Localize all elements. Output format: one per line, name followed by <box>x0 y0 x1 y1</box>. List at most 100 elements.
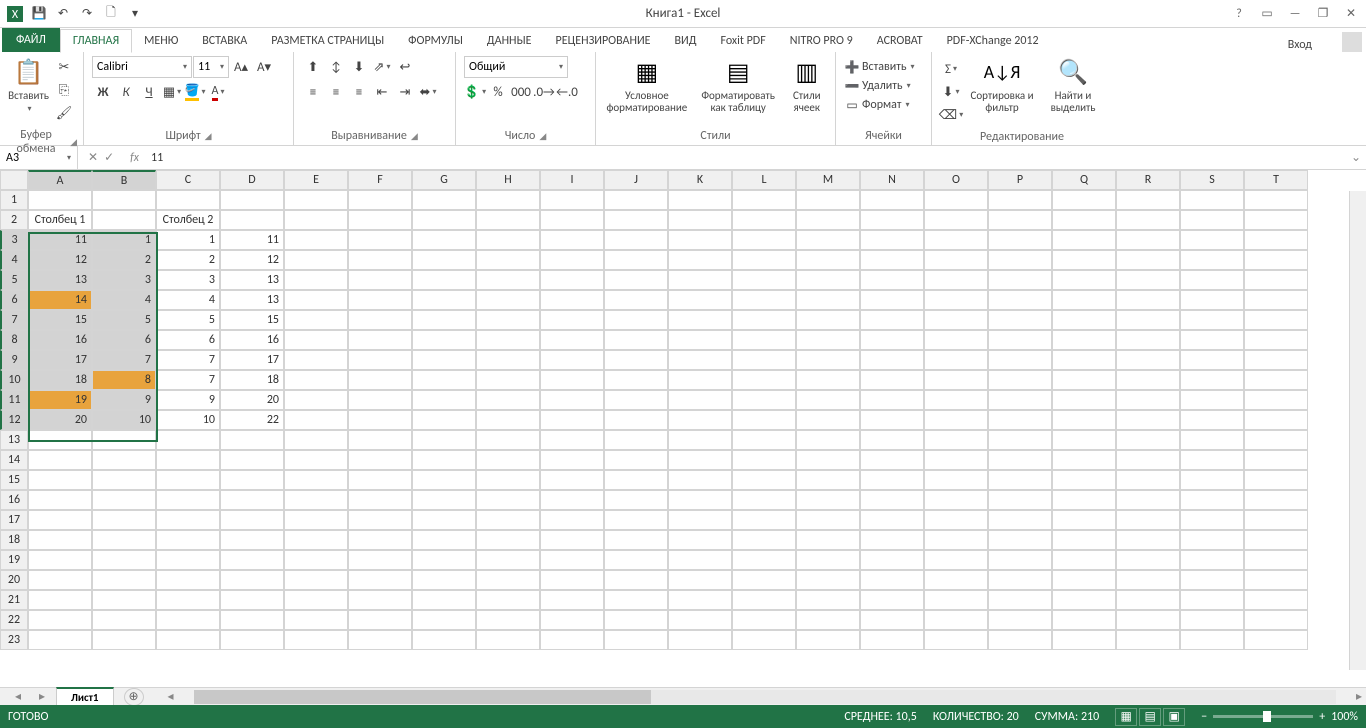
cell-S20[interactable] <box>1180 570 1244 590</box>
underline-button[interactable]: Ч <box>138 81 160 103</box>
increase-indent-button[interactable]: ⇥ <box>394 81 416 103</box>
col-header-P[interactable]: P <box>988 170 1052 190</box>
cell-I10[interactable] <box>540 370 604 390</box>
cell-N7[interactable] <box>860 310 924 330</box>
cell-L9[interactable] <box>732 350 796 370</box>
cell-O12[interactable] <box>924 410 988 430</box>
tab-home[interactable]: ГЛАВНАЯ <box>60 29 132 53</box>
cell-I9[interactable] <box>540 350 604 370</box>
cell-E18[interactable] <box>284 530 348 550</box>
cell-B21[interactable] <box>92 590 156 610</box>
zoom-level[interactable]: 100% <box>1331 710 1358 724</box>
cell-T16[interactable] <box>1244 490 1308 510</box>
cell-T19[interactable] <box>1244 550 1308 570</box>
cell-G20[interactable] <box>412 570 476 590</box>
cell-N15[interactable] <box>860 470 924 490</box>
cell-K22[interactable] <box>668 610 732 630</box>
cell-A16[interactable] <box>28 490 92 510</box>
fill-button[interactable]: ⬇▾ <box>940 81 962 103</box>
cell-J14[interactable] <box>604 450 668 470</box>
cell-L15[interactable] <box>732 470 796 490</box>
cell-P1[interactable] <box>988 190 1052 210</box>
cell-P11[interactable] <box>988 390 1052 410</box>
cell-K11[interactable] <box>668 390 732 410</box>
cell-O21[interactable] <box>924 590 988 610</box>
cell-H21[interactable] <box>476 590 540 610</box>
cell-A9[interactable]: 17 <box>28 350 92 370</box>
cell-H14[interactable] <box>476 450 540 470</box>
sheet-tab-1[interactable]: Лист1 <box>56 687 114 706</box>
tab-pdfx[interactable]: PDF-XChange 2012 <box>935 30 1051 52</box>
cell-K16[interactable] <box>668 490 732 510</box>
cell-D13[interactable] <box>220 430 284 450</box>
cell-H4[interactable] <box>476 250 540 270</box>
cell-F4[interactable] <box>348 250 412 270</box>
cell-T14[interactable] <box>1244 450 1308 470</box>
cell-O19[interactable] <box>924 550 988 570</box>
cell-L6[interactable] <box>732 290 796 310</box>
cell-O16[interactable] <box>924 490 988 510</box>
cell-I2[interactable] <box>540 210 604 230</box>
cell-B4[interactable]: 2 <box>92 250 156 270</box>
maximize-button[interactable]: ❐ <box>1312 4 1334 24</box>
align-right-button[interactable]: ≡ <box>348 81 370 103</box>
cell-R15[interactable] <box>1116 470 1180 490</box>
cell-L14[interactable] <box>732 450 796 470</box>
cell-M19[interactable] <box>796 550 860 570</box>
cell-B3[interactable]: 1 <box>92 230 156 250</box>
cell-N10[interactable] <box>860 370 924 390</box>
cell-L23[interactable] <box>732 630 796 650</box>
cell-C16[interactable] <box>156 490 220 510</box>
cell-L10[interactable] <box>732 370 796 390</box>
tab-data[interactable]: ДАННЫЕ <box>475 30 544 52</box>
cell-H9[interactable] <box>476 350 540 370</box>
cell-Q23[interactable] <box>1052 630 1116 650</box>
cell-S6[interactable] <box>1180 290 1244 310</box>
cell-O7[interactable] <box>924 310 988 330</box>
cell-L7[interactable] <box>732 310 796 330</box>
cell-I17[interactable] <box>540 510 604 530</box>
cell-Q6[interactable] <box>1052 290 1116 310</box>
cell-Q15[interactable] <box>1052 470 1116 490</box>
cell-M3[interactable] <box>796 230 860 250</box>
cell-N2[interactable] <box>860 210 924 230</box>
cell-L16[interactable] <box>732 490 796 510</box>
cell-D5[interactable]: 13 <box>220 270 284 290</box>
cell-H15[interactable] <box>476 470 540 490</box>
cell-I7[interactable] <box>540 310 604 330</box>
cell-E10[interactable] <box>284 370 348 390</box>
cell-S10[interactable] <box>1180 370 1244 390</box>
cell-S15[interactable] <box>1180 470 1244 490</box>
row-header-1[interactable]: 1 <box>0 190 28 210</box>
row-header-6[interactable]: 6 <box>0 290 28 310</box>
cut-button[interactable]: ✂ <box>53 56 75 78</box>
cell-I4[interactable] <box>540 250 604 270</box>
cell-Q4[interactable] <box>1052 250 1116 270</box>
cell-T12[interactable] <box>1244 410 1308 430</box>
cell-P6[interactable] <box>988 290 1052 310</box>
col-header-S[interactable]: S <box>1180 170 1244 190</box>
redo-button[interactable]: ↷ <box>76 3 98 25</box>
cell-E11[interactable] <box>284 390 348 410</box>
row-header-11[interactable]: 11 <box>0 390 28 410</box>
cell-Q9[interactable] <box>1052 350 1116 370</box>
cell-I8[interactable] <box>540 330 604 350</box>
cell-F2[interactable] <box>348 210 412 230</box>
save-button[interactable]: 💾 <box>28 3 50 25</box>
copy-button[interactable]: ⎘ <box>53 79 75 101</box>
cell-I3[interactable] <box>540 230 604 250</box>
cell-B11[interactable]: 9 <box>92 390 156 410</box>
col-header-M[interactable]: M <box>796 170 860 190</box>
merge-button[interactable]: ⬌▾ <box>417 81 439 103</box>
cell-Q11[interactable] <box>1052 390 1116 410</box>
col-header-C[interactable]: C <box>156 170 220 190</box>
cell-B22[interactable] <box>92 610 156 630</box>
conditional-formatting-button[interactable]: ▦ Условное форматирование <box>602 54 692 116</box>
cell-S11[interactable] <box>1180 390 1244 410</box>
cell-H16[interactable] <box>476 490 540 510</box>
tab-layout[interactable]: РАЗМЕТКА СТРАНИЦЫ <box>259 30 396 52</box>
cell-K13[interactable] <box>668 430 732 450</box>
comma-button[interactable]: 000 <box>510 81 532 103</box>
cell-A17[interactable] <box>28 510 92 530</box>
cell-N9[interactable] <box>860 350 924 370</box>
